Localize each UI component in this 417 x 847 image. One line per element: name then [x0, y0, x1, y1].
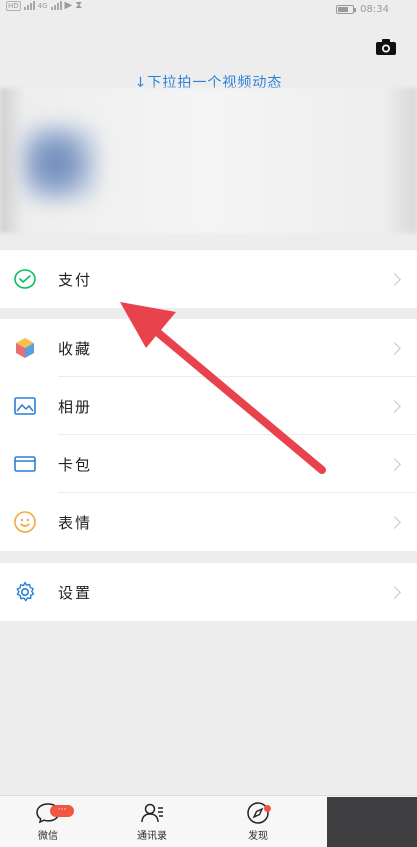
- gear-icon: [16, 581, 35, 602]
- battery-icon: [336, 5, 357, 14]
- menu-label-album: 相册: [58, 397, 93, 416]
- hourglass-icon: ⧗: [75, 0, 83, 11]
- nav-label-contacts: 通讯录: [137, 831, 167, 842]
- hd-icon: HD: [6, 0, 21, 11]
- pay-icon: [14, 269, 36, 289]
- network-type: 4G: [37, 1, 48, 10]
- status-left: HD 4G ▶ ⧗: [6, 0, 82, 11]
- system-nav-overlay: [327, 797, 417, 847]
- status-bar: HD 4G ▶ ⧗ 08:34: [0, 0, 417, 22]
- nav-tab-discover[interactable]: 发现: [228, 801, 288, 845]
- nav-label-chats: 微信: [38, 831, 58, 842]
- menu-group-collections: 收藏 相册 卡包 表情: [0, 319, 417, 551]
- signal-icon-2: [50, 1, 62, 10]
- menu-item-settings[interactable]: 设置: [0, 563, 417, 621]
- nav-tab-contacts[interactable]: 通讯录: [122, 801, 182, 845]
- profile-card[interactable]: [0, 88, 417, 233]
- camera-icon: [376, 39, 396, 55]
- contacts-icon: [141, 803, 163, 823]
- chevron-right-icon: [388, 399, 401, 413]
- nav-label-discover: 发现: [248, 831, 268, 842]
- menu-item-favorites[interactable]: 收藏: [0, 319, 417, 377]
- wallet-icon: [14, 456, 36, 472]
- nav-tab-chats[interactable]: ··· 微信: [18, 801, 78, 845]
- camera-button[interactable]: [375, 38, 397, 56]
- signal-icon: [23, 1, 35, 10]
- menu-label-pay: 支付: [58, 270, 93, 289]
- menu-label-favorites: 收藏: [58, 339, 93, 358]
- menu-group-pay: 支付: [0, 250, 417, 308]
- menu-group-settings: 设置: [0, 563, 417, 621]
- status-right: 08:34: [336, 4, 389, 15]
- chevron-right-icon: [388, 457, 401, 471]
- chevron-right-icon: [388, 272, 401, 286]
- menu-label-cards: 卡包: [58, 455, 93, 474]
- chats-badge: ···: [50, 805, 74, 817]
- picture-icon: [14, 397, 36, 415]
- discover-red-dot: [264, 805, 271, 812]
- menu-item-pay[interactable]: 支付: [0, 250, 417, 308]
- menu-item-stickers[interactable]: 表情: [0, 493, 417, 551]
- menu-label-settings: 设置: [58, 583, 93, 602]
- cube-icon: [16, 338, 34, 358]
- chevron-right-icon: [388, 585, 401, 599]
- smiley-icon: [14, 511, 36, 533]
- chevron-right-icon: [388, 341, 401, 355]
- avatar[interactable]: [20, 123, 100, 203]
- menu-label-stickers: 表情: [58, 513, 93, 532]
- clock: 08:34: [360, 4, 389, 15]
- video-call-icon: ▶: [64, 0, 73, 11]
- menu-item-cards[interactable]: 卡包: [0, 435, 417, 493]
- menu-item-album[interactable]: 相册: [0, 377, 417, 435]
- chevron-right-icon: [388, 515, 401, 529]
